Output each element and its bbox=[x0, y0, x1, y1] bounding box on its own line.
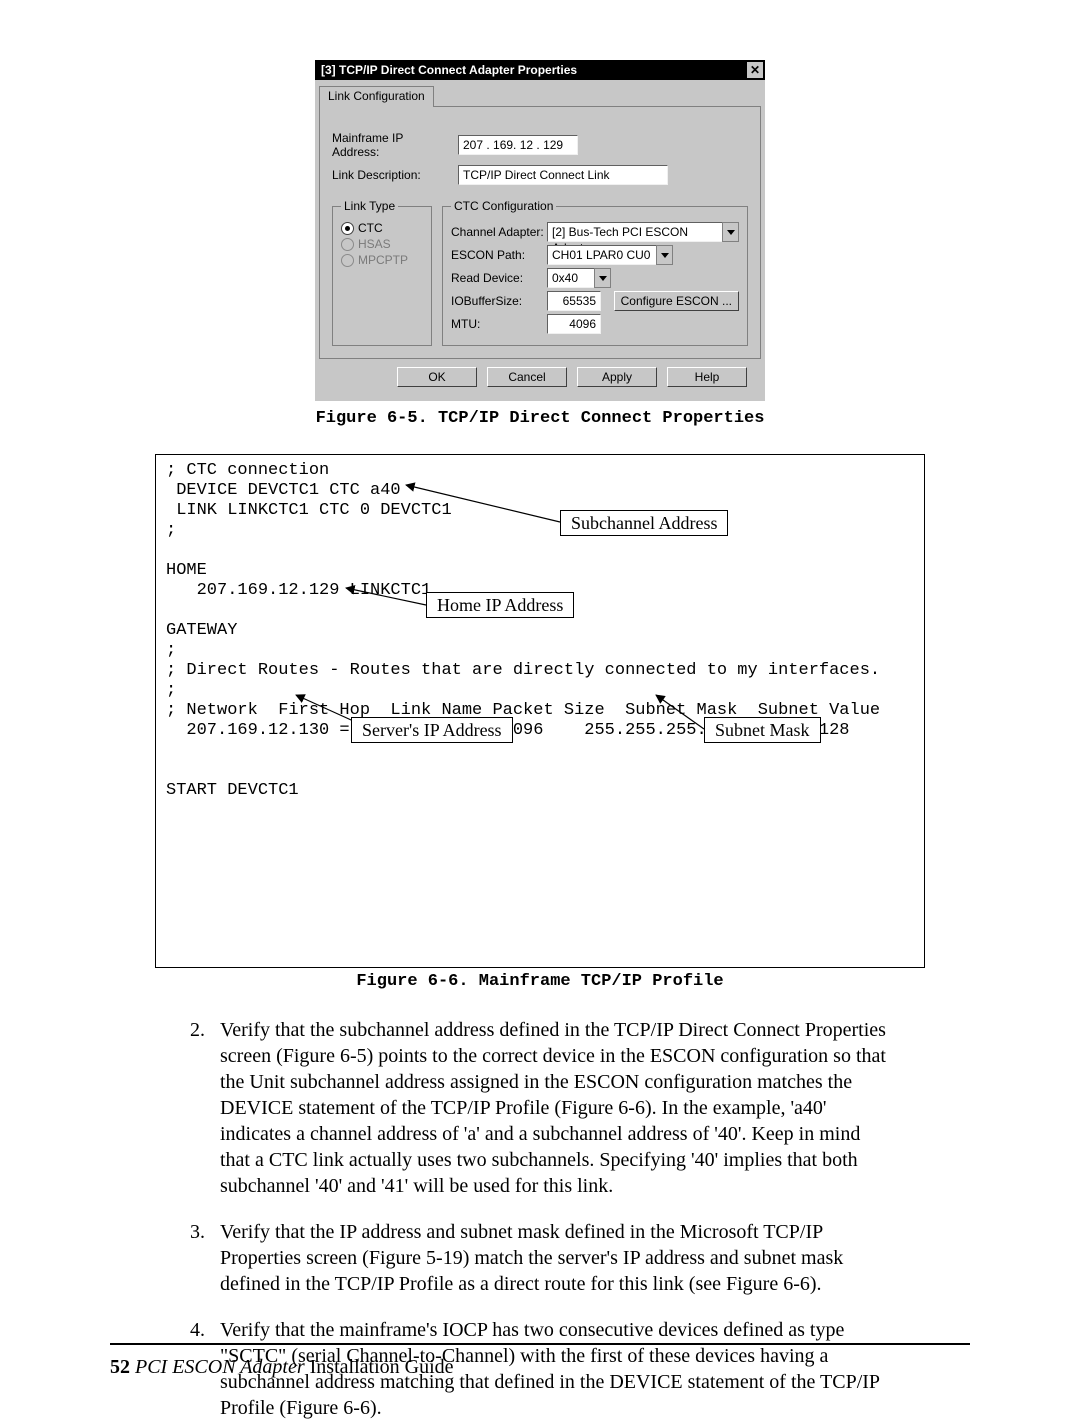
book-suffix: Installation Guide bbox=[305, 1356, 454, 1378]
group-row: Link Type CTC HSAS MPCPTP bbox=[332, 199, 748, 346]
instruction-2: 2. Verify that the subchannel address de… bbox=[190, 1017, 890, 1199]
ctc-config-group: CTC Configuration Channel Adapter: [2] B… bbox=[442, 199, 748, 346]
iobuffer-label: IOBufferSize: bbox=[451, 294, 547, 308]
iobuffer-input[interactable]: 65535 bbox=[547, 291, 601, 311]
callout-subnet-mask: Subnet Mask bbox=[704, 717, 821, 743]
link-type-mpcptp-label: MPCPTP bbox=[358, 253, 408, 267]
callout-home-ip-address: Home IP Address bbox=[426, 592, 574, 618]
read-device-value: 0x40 bbox=[547, 268, 595, 288]
tab-page: Mainframe IP Address: 207 . 169. 12 . 12… bbox=[319, 106, 761, 359]
row-mainframe-ip: Mainframe IP Address: 207 . 169. 12 . 12… bbox=[332, 131, 748, 159]
channel-adapter-combo[interactable]: [2] Bus-Tech PCI ESCON Adapter bbox=[547, 222, 739, 242]
dialog-figure: [3] TCP/IP Direct Connect Adapter Proper… bbox=[315, 60, 765, 428]
apply-button[interactable]: Apply bbox=[577, 367, 657, 387]
figure-6-6: ; CTC connection DEVICE DEVCTC1 CTC a40 … bbox=[155, 454, 925, 991]
tcpip-profile-text: ; CTC connection DEVICE DEVCTC1 CTC a40 … bbox=[166, 461, 880, 800]
row-mtu: MTU: 4096 bbox=[451, 314, 739, 334]
radio-icon bbox=[341, 238, 354, 251]
chevron-down-icon[interactable] bbox=[722, 222, 739, 242]
instruction-3-text: Verify that the IP address and subnet ma… bbox=[220, 1219, 890, 1297]
link-type-legend: Link Type bbox=[341, 199, 398, 213]
radio-icon bbox=[341, 222, 354, 235]
chevron-down-icon[interactable] bbox=[656, 245, 673, 265]
channel-adapter-value: [2] Bus-Tech PCI ESCON Adapter bbox=[547, 222, 723, 242]
link-type-hsas: HSAS bbox=[341, 237, 423, 251]
help-button[interactable]: Help bbox=[667, 367, 747, 387]
link-description-input[interactable]: TCP/IP Direct Connect Link bbox=[458, 165, 668, 185]
dialog-title: [3] TCP/IP Direct Connect Adapter Proper… bbox=[321, 63, 577, 77]
page-number: 52 bbox=[110, 1356, 130, 1378]
page-footer: 52 PCI ESCON Adapter Installation Guide bbox=[110, 1356, 454, 1379]
mtu-label: MTU: bbox=[451, 317, 547, 331]
callout-server-ip-address: Server's IP Address bbox=[351, 717, 513, 743]
mainframe-ip-label: Mainframe IP Address: bbox=[332, 131, 452, 159]
figure-6-5-caption: Figure 6-5. TCP/IP Direct Connect Proper… bbox=[315, 409, 765, 428]
dialog-titlebar: [3] TCP/IP Direct Connect Adapter Proper… bbox=[315, 60, 765, 80]
escon-path-value: CH01 LPAR0 CU0 bbox=[547, 245, 657, 265]
link-type-mpcptp: MPCPTP bbox=[341, 253, 423, 267]
row-escon-path: ESCON Path: CH01 LPAR0 CU0 bbox=[451, 245, 739, 265]
instruction-3-number: 3. bbox=[190, 1219, 220, 1297]
dialog-body: Link Configuration Mainframe IP Address:… bbox=[315, 80, 765, 401]
escon-path-combo[interactable]: CH01 LPAR0 CU0 bbox=[547, 245, 673, 265]
chevron-down-icon[interactable] bbox=[594, 268, 611, 288]
mtu-input[interactable]: 4096 bbox=[547, 314, 601, 334]
escon-path-label: ESCON Path: bbox=[451, 248, 547, 262]
configure-escon-button[interactable]: Configure ESCON ... bbox=[614, 291, 739, 311]
link-type-ctc-label: CTC bbox=[358, 221, 383, 235]
ok-button[interactable]: OK bbox=[397, 367, 477, 387]
footer-rule bbox=[110, 1343, 970, 1345]
tcpip-profile-box: ; CTC connection DEVICE DEVCTC1 CTC a40 … bbox=[155, 454, 925, 968]
instruction-2-number: 2. bbox=[190, 1017, 220, 1199]
page: [3] TCP/IP Direct Connect Adapter Proper… bbox=[0, 0, 1080, 1397]
read-device-combo[interactable]: 0x40 bbox=[547, 268, 611, 288]
read-device-label: Read Device: bbox=[451, 271, 547, 285]
radio-icon bbox=[341, 254, 354, 267]
link-type-hsas-label: HSAS bbox=[358, 237, 391, 251]
tab-link-configuration[interactable]: Link Configuration bbox=[319, 86, 434, 107]
row-iobuffer: IOBufferSize: 65535 Configure ESCON ... bbox=[451, 291, 739, 311]
tab-strip: Link Configuration bbox=[319, 84, 761, 106]
ctc-config-legend: CTC Configuration bbox=[451, 199, 556, 213]
link-description-label: Link Description: bbox=[332, 168, 452, 182]
dialog-button-row: OK Cancel Apply Help bbox=[319, 359, 761, 391]
instruction-2-text: Verify that the subchannel address defin… bbox=[220, 1017, 890, 1199]
mainframe-ip-input[interactable]: 207 . 169. 12 . 129 bbox=[458, 135, 578, 155]
close-icon[interactable]: ✕ bbox=[747, 62, 763, 78]
row-channel-adapter: Channel Adapter: [2] Bus-Tech PCI ESCON … bbox=[451, 222, 739, 242]
figure-6-6-caption: Figure 6-6. Mainframe TCP/IP Profile bbox=[155, 972, 925, 991]
callout-subchannel-address: Subchannel Address bbox=[560, 510, 728, 536]
cancel-button[interactable]: Cancel bbox=[487, 367, 567, 387]
row-link-description: Link Description: TCP/IP Direct Connect … bbox=[332, 165, 748, 185]
instruction-3: 3. Verify that the IP address and subnet… bbox=[190, 1219, 890, 1297]
link-type-ctc[interactable]: CTC bbox=[341, 221, 423, 235]
properties-dialog: [3] TCP/IP Direct Connect Adapter Proper… bbox=[315, 60, 765, 401]
link-type-group: Link Type CTC HSAS MPCPTP bbox=[332, 199, 432, 346]
channel-adapter-label: Channel Adapter: bbox=[451, 225, 547, 239]
book-title: PCI ESCON Adapter bbox=[135, 1356, 305, 1378]
row-read-device: Read Device: 0x40 bbox=[451, 268, 739, 288]
